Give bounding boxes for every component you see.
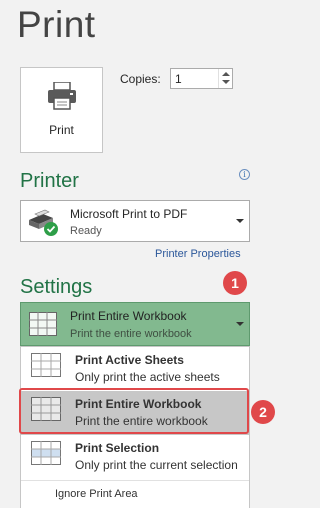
selected-option-desc: Print the entire workbook: [70, 328, 192, 340]
ignore-print-area-option[interactable]: Ignore Print Area: [55, 488, 138, 500]
selection-icon: [31, 441, 61, 465]
selected-option-title: Print Entire Workbook: [70, 309, 187, 323]
menu-item-desc: Only print the current selection: [75, 458, 238, 472]
printer-dropdown[interactable]: Microsoft Print to PDF Ready: [20, 200, 250, 242]
settings-section-title: Settings: [20, 276, 93, 298]
menu-divider: [21, 480, 249, 481]
selection-highlight-box: [19, 388, 249, 434]
printer-section-title: Printer: [20, 170, 79, 192]
workbook-icon: [29, 312, 57, 336]
print-button[interactable]: Print: [20, 67, 103, 153]
spin-down-icon[interactable]: [222, 80, 230, 84]
active-sheets-icon: [31, 353, 61, 377]
chevron-down-icon[interactable]: [236, 219, 244, 223]
menu-item-print-active-sheets[interactable]: Print Active Sheets Only print the activ…: [21, 347, 249, 391]
print-what-dropdown[interactable]: Print Entire Workbook Print the entire w…: [20, 302, 250, 346]
printer-ready-icon: [29, 209, 58, 236]
menu-item-print-selection[interactable]: Print Selection Only print the current s…: [21, 435, 249, 479]
printer-properties-link[interactable]: Printer Properties: [155, 248, 241, 260]
print-button-label: Print: [49, 123, 74, 137]
menu-item-title: Print Selection: [75, 441, 160, 455]
chevron-down-icon[interactable]: [236, 322, 244, 326]
printer-icon: [48, 82, 76, 110]
copies-label: Copies:: [120, 72, 161, 86]
info-icon[interactable]: i: [239, 169, 250, 180]
printer-status: Ready: [70, 225, 102, 237]
step-callout-2: 2: [251, 400, 275, 424]
copies-spin[interactable]: [218, 69, 232, 88]
page-title: Print: [17, 4, 96, 45]
menu-item-desc: Only print the active sheets: [75, 370, 220, 384]
copies-stepper[interactable]: 1: [170, 68, 233, 89]
spin-up-icon[interactable]: [222, 72, 230, 76]
copies-value[interactable]: 1: [175, 72, 182, 86]
menu-item-title: Print Active Sheets: [75, 353, 184, 367]
step-callout-1: 1: [223, 271, 247, 295]
printer-name: Microsoft Print to PDF: [70, 207, 188, 221]
